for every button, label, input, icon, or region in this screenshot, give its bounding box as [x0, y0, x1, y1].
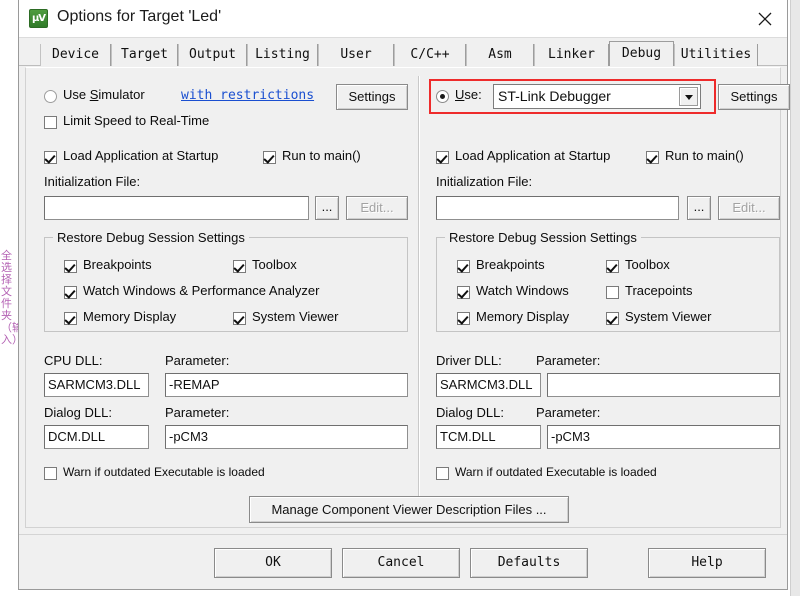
label-right-init-file: Initialization File:: [436, 174, 533, 189]
input-driver-dll[interactable]: SARMCM3.DLL: [436, 373, 541, 397]
label-limit-speed: Limit Speed to Real-Time: [63, 113, 210, 128]
editor-right-strip: [790, 0, 800, 596]
checkbox-right-run-to-main[interactable]: [646, 151, 659, 164]
with-restrictions-link[interactable]: with restrictions: [181, 88, 314, 103]
close-icon[interactable]: [743, 0, 787, 37]
tab-utilities[interactable]: Utilities: [674, 44, 758, 66]
input-left-dialog-dll[interactable]: DCM.DLL: [44, 425, 149, 449]
chevron-down-icon[interactable]: [679, 87, 698, 106]
left-edit-button[interactable]: Edit...: [346, 196, 408, 220]
radio-use-simulator[interactable]: [44, 90, 57, 103]
label-right-warn-outdated: Warn if outdated Executable is loaded: [455, 465, 657, 479]
tab-c-cpp[interactable]: C/C++: [394, 44, 466, 66]
label-right-system-viewer: System Viewer: [625, 309, 712, 324]
left-restore-group-title: Restore Debug Session Settings: [53, 230, 249, 245]
label-cpu-parameter: Parameter:: [165, 353, 230, 368]
label-right-toolbox: Toolbox: [625, 257, 670, 272]
checkbox-left-load-app[interactable]: [44, 151, 57, 164]
tab-device[interactable]: Device: [40, 44, 111, 66]
tab-target[interactable]: Target: [111, 44, 178, 66]
label-left-system-viewer: System Viewer: [252, 309, 339, 324]
left-browse-button[interactable]: ...: [315, 196, 339, 220]
label-left-toolbox: Toolbox: [252, 257, 297, 272]
input-left-dialog-parameter[interactable]: -pCM3: [165, 425, 408, 449]
label-left-run-to-main: Run to main(): [282, 148, 361, 163]
tab-asm[interactable]: Asm: [466, 44, 534, 66]
label-left-load-app: Load Application at Startup: [63, 148, 219, 163]
debugger-settings-button[interactable]: Settings: [718, 84, 790, 110]
tab-linker[interactable]: Linker: [534, 44, 609, 66]
checkbox-left-memory-display[interactable]: [64, 312, 77, 325]
right-edit-button[interactable]: Edit...: [718, 196, 780, 220]
label-right-watch-windows: Watch Windows: [476, 283, 569, 298]
input-driver-parameter[interactable]: [547, 373, 780, 397]
simulator-settings-button[interactable]: Settings: [336, 84, 408, 110]
checkbox-left-system-viewer[interactable]: [233, 312, 246, 325]
label-right-run-to-main: Run to main(): [665, 148, 744, 163]
label-right-memory-display: Memory Display: [476, 309, 570, 324]
checkbox-left-toolbox[interactable]: [233, 260, 246, 273]
label-left-warn-outdated: Warn if outdated Executable is loaded: [63, 465, 265, 479]
label-right-dialog-dll: Dialog DLL:: [436, 405, 504, 420]
editor-background-text: 全选择文件夹（输入）: [1, 249, 23, 346]
tab-listing[interactable]: Listing: [247, 44, 318, 66]
checkbox-left-warn-outdated[interactable]: [44, 467, 57, 480]
label-left-init-file: Initialization File:: [44, 174, 141, 189]
checkbox-right-watch-windows[interactable]: [457, 286, 470, 299]
checkbox-right-memory-display[interactable]: [457, 312, 470, 325]
tab-debug[interactable]: Debug: [609, 41, 674, 66]
debugger-select[interactable]: ST-Link Debugger: [493, 84, 701, 109]
dialog-title: Options for Target 'Led': [57, 8, 222, 25]
label-left-watch-windows: Watch Windows & Performance Analyzer: [83, 283, 320, 298]
label-right-tracepoints: Tracepoints: [625, 283, 693, 298]
right-restore-group-title: Restore Debug Session Settings: [445, 230, 641, 245]
checkbox-limit-speed[interactable]: [44, 116, 57, 129]
tab-output[interactable]: Output: [178, 44, 247, 66]
help-button[interactable]: Help: [648, 548, 766, 578]
label-left-dialog-dll: Dialog DLL:: [44, 405, 112, 420]
input-right-dialog-parameter[interactable]: -pCM3: [547, 425, 780, 449]
checkbox-right-warn-outdated[interactable]: [436, 467, 449, 480]
tab-strip: Device Target Output Listing User C/C++ …: [19, 40, 787, 66]
debugger-select-value: ST-Link Debugger: [498, 88, 611, 104]
ok-button[interactable]: OK: [214, 548, 332, 578]
label-left-breakpoints: Breakpoints: [83, 257, 152, 272]
checkbox-right-load-app[interactable]: [436, 151, 449, 164]
label-cpu-dll: CPU DLL:: [44, 353, 103, 368]
label-left-dialog-parameter: Parameter:: [165, 405, 230, 420]
input-cpu-dll[interactable]: SARMCM3.DLL: [44, 373, 149, 397]
input-cpu-parameter[interactable]: -REMAP: [165, 373, 408, 397]
label-right-dialog-parameter: Parameter:: [536, 405, 601, 420]
defaults-button[interactable]: Defaults: [470, 548, 588, 578]
label-driver-dll: Driver DLL:: [436, 353, 502, 368]
label-driver-parameter: Parameter:: [536, 353, 601, 368]
manage-component-viewer-button[interactable]: Manage Component Viewer Description File…: [249, 496, 569, 523]
cancel-button[interactable]: Cancel: [342, 548, 460, 578]
label-use-debugger: Use:: [455, 87, 482, 102]
radio-use-debugger[interactable]: [436, 90, 449, 103]
checkbox-right-toolbox[interactable]: [606, 260, 619, 273]
dialog-titlebar: µV Options for Target 'Led': [19, 0, 787, 38]
checkbox-right-tracepoints[interactable]: [606, 286, 619, 299]
input-right-dialog-dll[interactable]: TCM.DLL: [436, 425, 541, 449]
dialog-button-bar: OK Cancel Defaults Help: [19, 534, 787, 590]
checkbox-right-system-viewer[interactable]: [606, 312, 619, 325]
label-right-breakpoints: Breakpoints: [476, 257, 545, 272]
input-right-init-file[interactable]: [436, 196, 679, 220]
checkbox-left-watch-windows[interactable]: [64, 286, 77, 299]
label-use-simulator: Use Simulator: [63, 87, 145, 102]
uvision-logo-icon: µV: [29, 9, 48, 28]
options-dialog: µV Options for Target 'Led' Device Targe…: [18, 0, 790, 590]
label-left-memory-display: Memory Display: [83, 309, 177, 324]
checkbox-right-breakpoints[interactable]: [457, 260, 470, 273]
checkbox-left-run-to-main[interactable]: [263, 151, 276, 164]
input-left-init-file[interactable]: [44, 196, 309, 220]
checkbox-left-breakpoints[interactable]: [64, 260, 77, 273]
label-right-load-app: Load Application at Startup: [455, 148, 611, 163]
debug-tab-panel: Use Simulator with restrictions Settings…: [25, 67, 790, 528]
right-browse-button[interactable]: ...: [687, 196, 711, 220]
panel-divider: [418, 76, 420, 516]
tab-user[interactable]: User: [318, 44, 394, 66]
